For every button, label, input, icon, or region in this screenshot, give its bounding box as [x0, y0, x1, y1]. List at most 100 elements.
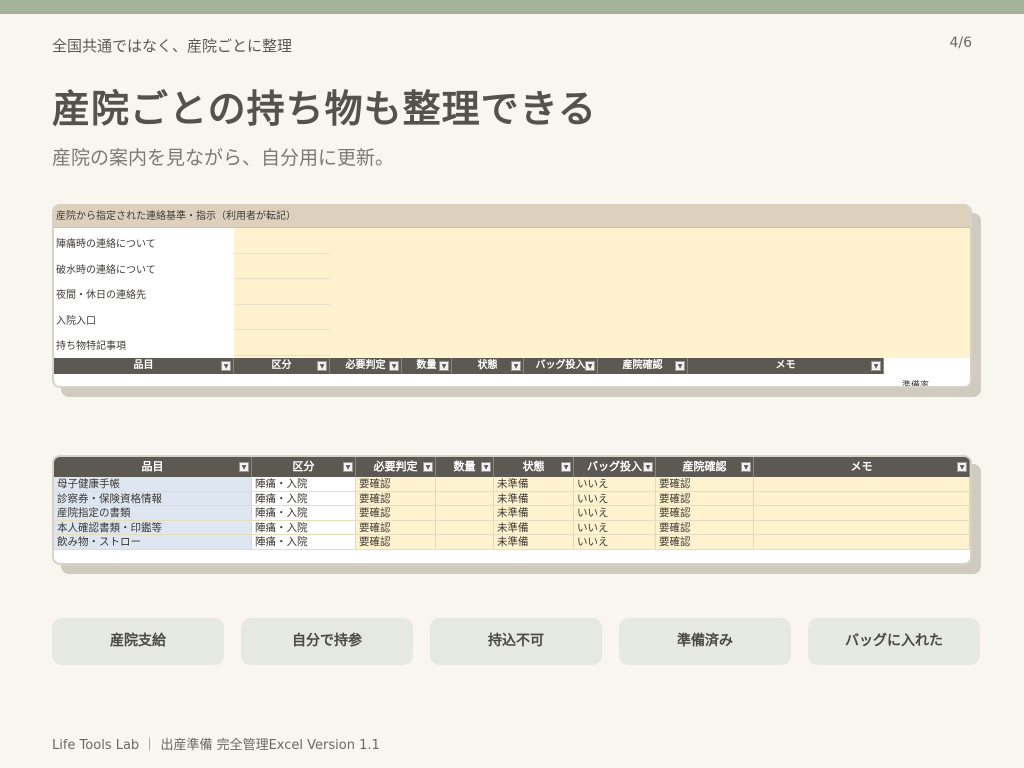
- cell-quantity[interactable]: [436, 535, 494, 549]
- cell-item[interactable]: 母子健康手帳: [54, 477, 252, 491]
- contact-sheet-screenshot: 産院から指定された連絡基準・指示（利用者が転記） 陣痛時の連絡について 破水時の…: [52, 204, 972, 388]
- column-header-status[interactable]: 状態 ▼: [494, 457, 574, 477]
- cell-bag[interactable]: いいえ: [574, 506, 656, 520]
- top-accent-bar: [0, 0, 1024, 14]
- column-header-item[interactable]: 品目 ▼: [54, 358, 234, 374]
- cell-necessity[interactable]: 要確認: [356, 535, 436, 549]
- contact-label: 持ち物特記事項: [56, 341, 126, 352]
- filter-dropdown-icon[interactable]: ▼: [585, 361, 595, 371]
- sheet2-column-headers: 品目 ▼ 区分 ▼ 必要判定 ▼ 数量 ▼ 状態 ▼ バッグ投入 ▼ 産院確認 ▼ メモ ▼: [54, 457, 970, 477]
- cell-status[interactable]: 未準備: [494, 520, 574, 535]
- filter-dropdown-icon[interactable]: ▼: [957, 462, 967, 472]
- column-header-bag[interactable]: バッグ投入 ▼: [574, 457, 656, 477]
- filter-dropdown-icon[interactable]: ▼: [343, 462, 353, 472]
- cell-memo[interactable]: [754, 506, 970, 520]
- column-header-category[interactable]: 区分 ▼: [234, 358, 330, 374]
- cell-necessity[interactable]: 要確認: [356, 520, 436, 535]
- filter-dropdown-icon[interactable]: ▼: [317, 361, 327, 371]
- cell-hospital-check[interactable]: 要確認: [656, 520, 754, 535]
- cell-necessity[interactable]: 要確認: [356, 477, 436, 491]
- legend-not-allowed: 持込不可: [430, 618, 602, 665]
- cell-quantity[interactable]: [436, 477, 494, 491]
- cell-category[interactable]: 陣痛・入院: [252, 535, 356, 549]
- filter-dropdown-icon[interactable]: ▼: [221, 361, 231, 371]
- cell-status[interactable]: 未準備: [494, 535, 574, 549]
- cell-item[interactable]: 本人確認書類・印鑑等: [54, 520, 252, 535]
- table-row: 母子健康手帳 陣痛・入院 要確認 未準備 いいえ 要確認: [54, 477, 970, 492]
- column-header-hospital-check[interactable]: 産院確認 ▼: [598, 358, 688, 374]
- cell-bag[interactable]: いいえ: [574, 477, 656, 491]
- cell-quantity[interactable]: [436, 520, 494, 535]
- column-header-necessity[interactable]: 必要判定 ▼: [330, 358, 402, 374]
- legend-prepared: 準備済み: [619, 618, 791, 665]
- page-number: 4/6: [949, 35, 972, 51]
- cell-category[interactable]: 陣痛・入院: [252, 477, 356, 491]
- page-subtitle: 産院の案内を見ながら、自分用に更新。: [52, 147, 395, 169]
- cell-bag[interactable]: いいえ: [574, 491, 656, 506]
- section-label: 全国共通ではなく、産院ごとに整理: [52, 37, 293, 55]
- contact-label: 陣痛時の連絡について: [56, 239, 156, 250]
- table-row: 診察券・保険資格情報 陣痛・入院 要確認 未準備 いいえ 要確認: [54, 491, 970, 507]
- contact-label: 入院入口: [56, 315, 96, 327]
- column-header-memo[interactable]: メモ ▼: [688, 358, 884, 374]
- cell-quantity[interactable]: [436, 506, 494, 520]
- column-header-necessity[interactable]: 必要判定 ▼: [356, 457, 436, 477]
- column-header-category[interactable]: 区分 ▼: [252, 457, 356, 477]
- page-title: 産院ごとの持ち物も整理できる: [52, 87, 597, 131]
- table-row: 産院指定の書類 陣痛・入院 要確認 未準備 いいえ 要確認: [54, 506, 970, 521]
- filter-dropdown-icon[interactable]: ▼: [741, 462, 751, 472]
- cell-bag[interactable]: いいえ: [574, 535, 656, 549]
- cell-hospital-check[interactable]: 要確認: [656, 491, 754, 506]
- cell-hospital-check[interactable]: 要確認: [656, 477, 754, 491]
- column-header-item[interactable]: 品目 ▼: [54, 457, 252, 477]
- cell-hospital-check[interactable]: 要確認: [656, 506, 754, 520]
- filter-dropdown-icon[interactable]: ▼: [871, 361, 881, 371]
- cell-necessity[interactable]: 要確認: [356, 491, 436, 506]
- column-header-memo[interactable]: メモ ▼: [754, 457, 970, 477]
- cell-category[interactable]: 陣痛・入院: [252, 506, 356, 520]
- filter-dropdown-icon[interactable]: ▼: [389, 361, 399, 371]
- footer-credit: Life Tools Lab ｜ 出産準備 完全管理Excel Version …: [52, 738, 380, 753]
- cell-memo[interactable]: [754, 535, 970, 549]
- contact-labels: 陣痛時の連絡について 破水時の連絡について 夜間・休日の連絡先 入院入口 持ち物…: [54, 228, 234, 358]
- cell-memo[interactable]: [754, 477, 970, 491]
- cell-category[interactable]: 陣痛・入院: [252, 491, 356, 506]
- cell-bag[interactable]: いいえ: [574, 520, 656, 535]
- cell-hospital-check[interactable]: 要確認: [656, 535, 754, 549]
- cell-memo[interactable]: [754, 491, 970, 506]
- legend-hospital-provided: 産院支給: [52, 618, 224, 665]
- table-row: 本人確認書類・印鑑等 陣痛・入院 要確認 未準備 いいえ 要確認: [54, 520, 970, 536]
- cell-memo[interactable]: [754, 520, 970, 535]
- item-table-body: 母子健康手帳 陣痛・入院 要確認 未準備 いいえ 要確認 診察券・保険資格情報 陣痛・入院 要確…: [54, 477, 970, 550]
- contact-input-area[interactable]: [234, 228, 970, 358]
- cell-item[interactable]: 飲み物・ストロー: [54, 535, 252, 549]
- contact-grid-lines: [234, 228, 330, 358]
- sheet1-column-headers: 品目 ▼ 区分 ▼ 必要判定 ▼ 数量 ▼ 状態 ▼ バッグ投入 ▼ 産院確認 ▼ メモ ▼: [54, 358, 970, 374]
- contact-section-header: 産院から指定された連絡基準・指示（利用者が転記）: [54, 206, 970, 228]
- filter-dropdown-icon[interactable]: ▼: [423, 462, 433, 472]
- legend-bring-yourself: 自分で持参: [241, 618, 413, 665]
- cell-item[interactable]: 産院指定の書類: [54, 506, 252, 520]
- column-header-status[interactable]: 状態 ▼: [452, 358, 524, 374]
- filter-dropdown-icon[interactable]: ▼: [439, 361, 449, 371]
- table-row: 飲み物・ストロー 陣痛・入院 要確認 未準備 いいえ 要確認: [54, 535, 970, 550]
- cell-status[interactable]: 未準備: [494, 491, 574, 506]
- column-header-quantity[interactable]: 数量 ▼: [402, 358, 452, 374]
- filter-dropdown-icon[interactable]: ▼: [511, 361, 521, 371]
- cell-item[interactable]: 診察券・保険資格情報: [54, 491, 252, 506]
- contact-label: 夜間・休日の連絡先: [56, 290, 146, 301]
- filter-dropdown-icon[interactable]: ▼: [643, 462, 653, 472]
- cell-category[interactable]: 陣痛・入院: [252, 520, 356, 535]
- filter-dropdown-icon[interactable]: ▼: [675, 361, 685, 371]
- cell-status[interactable]: 未準備: [494, 477, 574, 491]
- cell-quantity[interactable]: [436, 491, 494, 506]
- readiness-label: 準備率: [884, 358, 970, 386]
- cell-necessity[interactable]: 要確認: [356, 506, 436, 520]
- filter-dropdown-icon[interactable]: ▼: [561, 462, 571, 472]
- filter-dropdown-icon[interactable]: ▼: [239, 462, 249, 472]
- column-header-quantity[interactable]: 数量 ▼: [436, 457, 494, 477]
- filter-dropdown-icon[interactable]: ▼: [481, 462, 491, 472]
- column-header-hospital-check[interactable]: 産院確認 ▼: [656, 457, 754, 477]
- column-header-bag[interactable]: バッグ投入 ▼: [524, 358, 598, 374]
- cell-status[interactable]: 未準備: [494, 506, 574, 520]
